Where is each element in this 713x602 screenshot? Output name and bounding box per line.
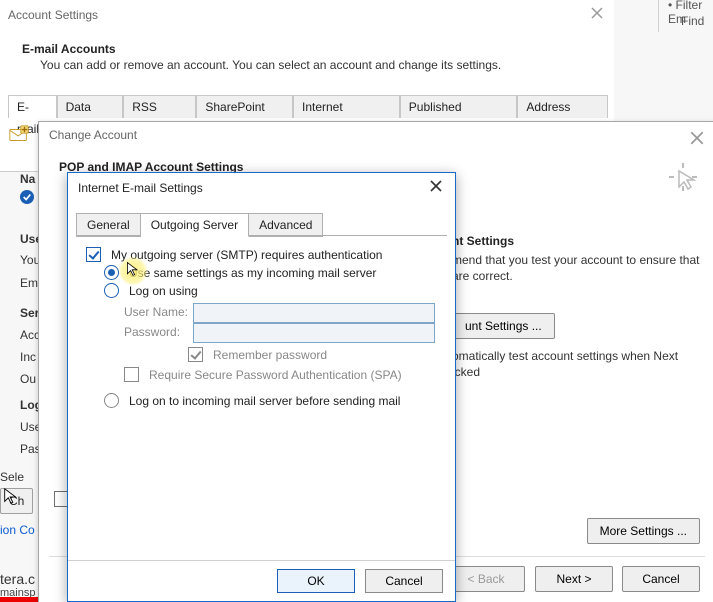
smtp-auth-row[interactable]: My outgoing server (SMTP) requires authe… <box>86 247 382 262</box>
close-icon[interactable] <box>689 130 705 146</box>
next-button[interactable]: Next > <box>535 566 613 592</box>
spa-label: Require Secure Password Authentication (… <box>149 368 402 382</box>
radio-logon-using-row[interactable]: Log on using <box>104 283 198 298</box>
find-group-label: Find <box>681 14 704 28</box>
more-settings-button[interactable]: More Settings ... <box>587 518 700 544</box>
cancel-button[interactable]: Cancel <box>622 566 700 592</box>
section-server-heading: Ser <box>20 306 39 320</box>
account-settings-tabs: E-mail Data Files RSS Feeds SharePoint L… <box>8 95 608 118</box>
change-account-title: Change Account <box>49 128 137 142</box>
email-accounts-heading: E-mail Accounts <box>22 42 116 56</box>
email-accounts-description: You can add or remove an account. You ca… <box>40 58 501 72</box>
radio-logon-before-send[interactable] <box>104 393 119 408</box>
cursor-icon <box>2 487 20 505</box>
close-icon[interactable] <box>429 179 447 197</box>
link-fragment[interactable]: ion Co <box>0 523 35 537</box>
checkbox-smtp-auth[interactable] <box>86 247 101 262</box>
cancel-button[interactable]: Cancel <box>365 569 443 593</box>
remember-password-row[interactable]: Remember password <box>188 347 327 362</box>
radio-same-settings-row[interactable]: Use same settings as my incoming mail se… <box>104 265 376 280</box>
tab-advanced[interactable]: Advanced <box>249 213 323 237</box>
tab-general[interactable]: General <box>76 213 141 237</box>
tab-sharepoint-lists[interactable]: SharePoint Lists <box>196 95 293 118</box>
close-icon[interactable] <box>590 6 606 22</box>
username-label: User Name: <box>124 305 188 319</box>
new-account-icon[interactable] <box>8 121 42 149</box>
test-settings-description: mend that you test your account to ensur… <box>452 252 702 284</box>
tab-email[interactable]: E-mail <box>8 95 57 118</box>
password-label: Password: <box>124 325 180 339</box>
test-settings-heading: nt Settings <box>452 234 514 248</box>
label-outgoing: Ou <box>20 372 36 386</box>
label-account: Acc <box>20 328 40 342</box>
auto-test-label: omatically test account settings when Ne… <box>452 348 702 380</box>
tab-published-calendars[interactable]: Published Calendars <box>400 95 518 118</box>
checkbox-remember-password[interactable] <box>188 347 203 362</box>
label-incoming: Inc <box>20 350 36 364</box>
default-account-check-icon <box>20 190 34 204</box>
tab-address-books[interactable]: Address Books <box>517 95 608 118</box>
radio-logon-before-send-row[interactable]: Log on to incoming mail server before se… <box>104 393 400 408</box>
internet-email-settings-dialog: Internet E-mail Settings General Outgoin… <box>67 172 456 602</box>
checkbox-spa[interactable] <box>124 367 139 382</box>
radio-same-settings[interactable] <box>104 265 119 280</box>
spa-row[interactable]: Require Secure Password Authentication (… <box>124 367 402 382</box>
tab-underline <box>76 235 447 236</box>
smtp-auth-label: My outgoing server (SMTP) requires authe… <box>111 248 382 262</box>
tab-internet-calendars[interactable]: Internet Calendars <box>293 95 400 118</box>
ok-button[interactable]: OK <box>277 569 355 593</box>
domain-fragment: tera.c <box>0 571 35 587</box>
column-header-name: Na <box>20 172 35 186</box>
tab-data-files[interactable]: Data Files <box>57 95 124 118</box>
account-settings-title: Account Settings <box>8 8 98 22</box>
radio-logon-using-label: Log on using <box>129 284 198 298</box>
radio-logon-using[interactable] <box>104 283 119 298</box>
test-account-settings-button[interactable]: unt Settings ... <box>452 313 555 339</box>
password-input[interactable] <box>193 323 435 343</box>
radio-same-settings-label: Use same settings as my incoming mail se… <box>129 266 376 280</box>
tab-outgoing-server[interactable]: Outgoing Server <box>141 213 249 237</box>
separator <box>68 560 455 561</box>
remember-password-label: Remember password <box>213 348 327 362</box>
wizard-cursor-icon <box>666 160 700 194</box>
dialog-tabs: General Outgoing Server Advanced <box>76 213 323 237</box>
tab-rss-feeds[interactable]: RSS Feeds <box>123 95 196 118</box>
outer-separator <box>658 0 659 32</box>
dialog-title: Internet E-mail Settings <box>78 181 203 195</box>
username-input[interactable] <box>193 303 435 323</box>
radio-logon-before-send-label: Log on to incoming mail server before se… <box>129 394 400 408</box>
back-button[interactable]: < Back <box>447 566 525 592</box>
label-select: Sele <box>0 470 24 484</box>
